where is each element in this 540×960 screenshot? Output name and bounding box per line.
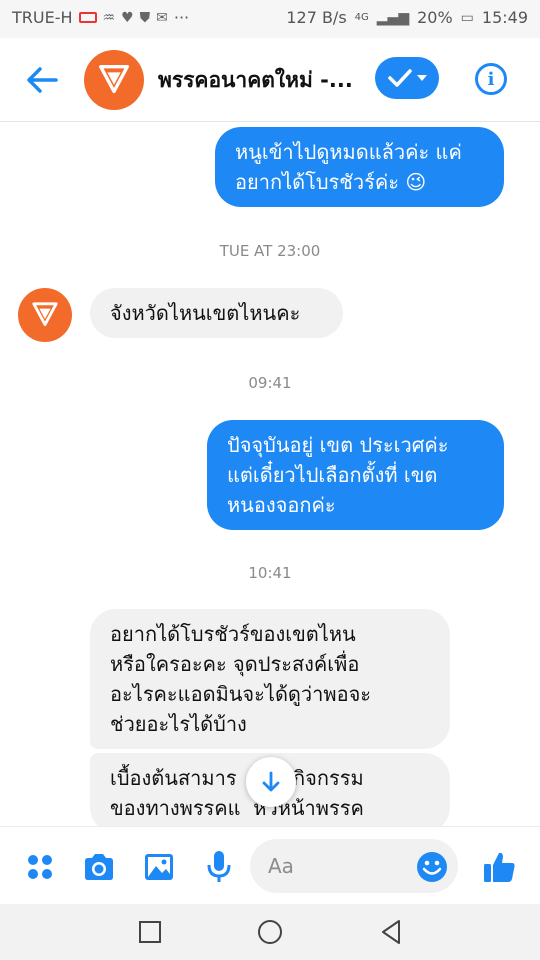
home-button[interactable] — [256, 918, 284, 946]
status-bar: TRUE-H ♒ ♥ ⛊ ✉ ··· 127 B/s 4G ▂▄▆ 20% ▭ … — [0, 0, 540, 38]
thumbs-up-icon — [484, 852, 515, 882]
message-line: ปัจจุบันอยู่ เขต ประเวศค่ะ — [227, 433, 449, 457]
apps-button[interactable] — [20, 847, 60, 887]
chevron-down-icon — [417, 75, 427, 81]
info-icon: i — [487, 68, 495, 90]
chat-header: พรรคอนาคตใหม่ -... i — [0, 38, 540, 122]
back-button[interactable] — [22, 60, 62, 100]
arrow-down-icon — [262, 771, 280, 792]
emoji-button[interactable] — [412, 847, 452, 887]
timestamp: TUE AT 23:00 — [219, 242, 321, 260]
more-notifications-dots: ··· — [173, 8, 190, 27]
sender-avatar[interactable] — [18, 288, 72, 342]
message-line: อยากได้โบรชัวร์ของเขตไหน — [110, 622, 356, 646]
outgoing-message[interactable]: หนูเข้าไปดูหมดแล้วค่ะ แค่ อยากได้โบรชัวร… — [215, 127, 504, 207]
camera-icon — [85, 854, 113, 880]
timestamp: 10:41 — [248, 564, 292, 582]
gallery-icon — [145, 854, 173, 880]
incoming-message[interactable]: จังหวัดไหนเขตไหนคะ — [90, 288, 343, 338]
battery-percent: 20% — [417, 8, 453, 27]
timestamp: 09:41 — [248, 374, 292, 392]
back-arrow-icon — [27, 67, 58, 93]
battery-saver-icon — [78, 12, 97, 23]
battery-icon: ▭ — [460, 9, 474, 26]
camera-button[interactable] — [79, 847, 119, 887]
message-line: หนองจอกค่ะ — [227, 493, 336, 517]
net-speed: 127 B/s — [286, 8, 347, 27]
status-bar-right: 127 B/s 4G ▂▄▆ 20% ▭ 15:49 — [286, 8, 528, 27]
message-line: ช่วยอะไรได้บ้าง — [110, 712, 247, 736]
shield-icon: ⛊ — [139, 9, 151, 26]
message-composer — [0, 826, 540, 904]
emoji-icon — [417, 852, 447, 882]
chat-title[interactable]: พรรคอนาคตใหม่ -... — [158, 64, 363, 97]
heartbeat-icon: ♥ — [121, 9, 134, 26]
scroll-to-bottom-button[interactable] — [246, 757, 296, 807]
circle-icon — [258, 920, 282, 944]
apps-grid-icon — [28, 855, 52, 879]
recents-button[interactable] — [136, 918, 164, 946]
activity-icon: ♒ — [102, 9, 116, 26]
party-logo-icon — [99, 65, 129, 94]
incoming-message[interactable]: อยากได้โบรชัวร์ของเขตไหน หรือใครอะคะ จุด… — [90, 609, 450, 749]
voice-button[interactable] — [199, 847, 239, 887]
signal-icon: ▂▄▆ — [376, 9, 410, 26]
info-button[interactable]: i — [475, 63, 507, 95]
mail-icon: ✉ — [156, 9, 168, 26]
message-line: อะไรคะแอดมินจะได้ดูว่าพอจะ — [110, 682, 372, 706]
outgoing-message[interactable]: ปัจจุบันอยู่ เขต ประเวศค่ะ แต่เดี๋ยวไปเล… — [207, 420, 504, 530]
message-line: อยากได้โบรชัวร์ค่ะ 😉 — [235, 170, 427, 194]
network-type: 4G — [354, 12, 369, 23]
messenger-chat-screen: TRUE-H ♒ ♥ ⛊ ✉ ··· 127 B/s 4G ▂▄▆ 20% ▭ … — [0, 0, 540, 960]
system-back-button[interactable] — [377, 918, 405, 946]
microphone-icon — [207, 851, 231, 882]
avatar[interactable] — [84, 50, 144, 110]
message-line: จังหวัดไหนเขตไหนคะ — [110, 301, 301, 325]
square-icon — [139, 921, 161, 943]
carrier-label: TRUE-H — [12, 8, 73, 27]
triangle-back-icon — [382, 920, 400, 944]
like-button[interactable] — [480, 847, 520, 887]
gallery-button[interactable] — [139, 847, 179, 887]
message-line: หรือใครอะคะ จุดประสงค์เพื่อ — [110, 652, 360, 676]
message-line: หนูเข้าไปดูหมดแล้วค่ะ แค่ — [235, 140, 462, 164]
system-navigation-bar — [0, 904, 540, 960]
clock: 15:49 — [481, 8, 528, 27]
party-logo-icon — [32, 302, 58, 326]
status-bar-left: TRUE-H ♒ ♥ ⛊ ✉ ··· — [12, 8, 189, 27]
verified-dropdown-button[interactable] — [375, 57, 439, 99]
message-line: แต่เดี๋ยวไปเลือกตั้งที่ เขต — [227, 463, 438, 487]
checkmark-icon — [388, 69, 412, 87]
